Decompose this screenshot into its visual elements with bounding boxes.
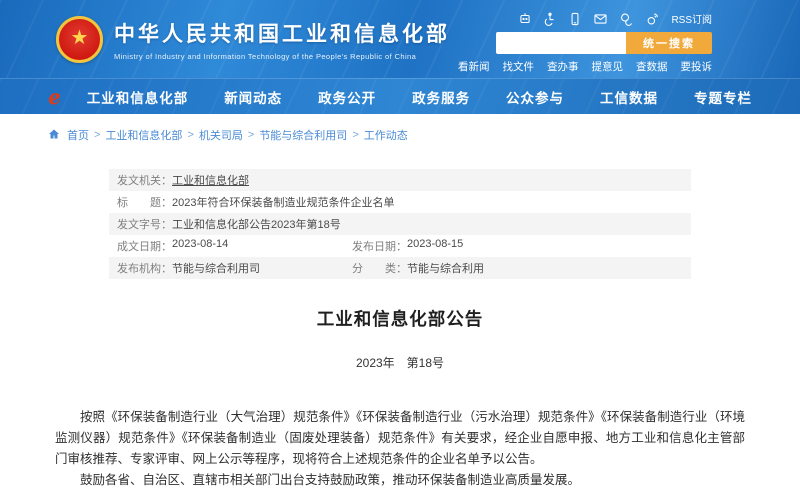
quick-link-services[interactable]: 查办事 (547, 59, 579, 74)
emblem-star: ★ (71, 28, 89, 48)
quick-link-docs[interactable]: 找文件 (503, 59, 535, 74)
meta-label: 发布日期： (352, 238, 407, 254)
meta-row-publisher: 发布机构： 节能与综合利用司 分 类： 节能与综合利用 (109, 257, 691, 279)
home-icon[interactable] (48, 128, 62, 143)
meta-label: 发文字号： (117, 216, 172, 232)
quick-link-suggest[interactable]: 提意见 (592, 59, 624, 74)
meta-label: 发布机构： (117, 260, 172, 276)
meta-label: 成文日期： (117, 238, 172, 254)
quick-link-complaint[interactable]: 要投诉 (681, 59, 713, 74)
nav-item-gov-disclosure[interactable]: 政务公开 (318, 87, 376, 107)
meta-value-doc-number: 工业和信息化部公告2023年第18号 (172, 216, 341, 232)
meta-value-category: 节能与综合利用 (407, 260, 484, 276)
header-icon-row: RSS订阅 (518, 11, 712, 27)
article-body: 按照《环保装备制造行业（大气治理）规范条件》《环保装备制造行业（污水治理）规范条… (55, 407, 745, 491)
miit-logo-icon: e (47, 86, 62, 108)
nav-item-special-topics[interactable]: 专题专栏 (694, 87, 752, 107)
meta-value-title: 2023年符合环保装备制造业规范条件企业名单 (172, 194, 394, 210)
meta-label: 分 类： (352, 260, 407, 276)
nav-item-miit[interactable]: 工业和信息化部 (87, 87, 189, 107)
document-meta-table: 发文机关： 工业和信息化部 标 题： 2023年符合环保装备制造业规范条件企业名… (109, 169, 691, 279)
main-nav: e 工业和信息化部 新闻动态 政务公开 政务服务 公众参与 工信数据 专题专栏 (0, 78, 800, 114)
article-doc-number: 2023年 第18号 (0, 354, 800, 371)
article-paragraph: 按照《环保装备制造行业（大气治理）规范条件》《环保装备制造行业（污水治理）规范条… (55, 407, 745, 470)
accessibility-icon[interactable] (543, 12, 557, 26)
breadcrumb-work-updates[interactable]: 工作动态 (364, 127, 408, 143)
nav-item-participation[interactable]: 公众参与 (506, 87, 564, 107)
mail-icon[interactable] (593, 12, 608, 26)
search-input[interactable] (496, 32, 626, 54)
breadcrumb-separator: > (248, 129, 254, 141)
meta-row-doc-number: 发文字号： 工业和信息化部公告2023年第18号 (109, 213, 691, 235)
meta-row-title: 标 题： 2023年符合环保装备制造业规范条件企业名单 (109, 191, 691, 213)
meta-row-issuing-authority: 发文机关： 工业和信息化部 (109, 169, 691, 191)
meta-label: 发文机关： (117, 172, 172, 188)
breadcrumb-separator: > (187, 129, 193, 141)
robot-qa-icon[interactable] (518, 12, 532, 26)
breadcrumb: 首页 > 工业和信息化部 > 机关司局 > 节能与综合利用司 > 工作动态 (0, 127, 800, 143)
page-content: 首页 > 工业和信息化部 > 机关司局 > 节能与综合利用司 > 工作动态 发文… (0, 114, 800, 491)
meta-label: 标 题： (117, 194, 172, 210)
meta-row-dates: 成文日期： 2023-08-14 发布日期： 2023-08-15 (109, 235, 691, 257)
nav-item-data[interactable]: 工信数据 (600, 87, 658, 107)
rss-link[interactable]: RSS订阅 (671, 11, 712, 26)
breadcrumb-separator: > (94, 129, 100, 141)
announcement-article: 工业和信息化部公告 2023年 第18号 按照《环保装备制造行业（大气治理）规范… (0, 306, 800, 491)
article-paragraph: 鼓励各省、自治区、直辖市相关部门出台支持鼓励政策，推动环保装备制造业高质量发展。 (55, 470, 745, 491)
mobile-icon[interactable] (568, 12, 582, 26)
breadcrumb-miit[interactable]: 工业和信息化部 (105, 127, 182, 143)
site-brand: ★ 中华人民共和国工业和信息化部 Ministry of Industry an… (56, 16, 450, 63)
breadcrumb-separator: > (352, 129, 358, 141)
quick-link-data[interactable]: 查数据 (636, 59, 668, 74)
wechat-icon[interactable] (619, 12, 634, 26)
quick-link-news[interactable]: 看新闻 (458, 59, 490, 74)
article-title: 工业和信息化部公告 (0, 306, 800, 331)
weibo-icon[interactable] (645, 12, 660, 26)
meta-value-written-date: 2023-08-14 (172, 238, 228, 254)
site-title: 中华人民共和国工业和信息化部 (114, 18, 450, 48)
nav-item-news[interactable]: 新闻动态 (224, 87, 282, 107)
national-emblem-icon: ★ (56, 16, 103, 63)
site-header: ★ 中华人民共和国工业和信息化部 Ministry of Industry an… (0, 0, 800, 78)
meta-value-issuing-authority[interactable]: 工业和信息化部 (172, 172, 249, 188)
breadcrumb-energy-dept[interactable]: 节能与综合利用司 (259, 127, 347, 143)
breadcrumb-home[interactable]: 首页 (67, 127, 89, 143)
site-subtitle: Ministry of Industry and Information Tec… (114, 52, 450, 61)
nav-item-gov-services[interactable]: 政务服务 (412, 87, 470, 107)
breadcrumb-departments[interactable]: 机关司局 (199, 127, 243, 143)
search-bar: 统一搜索 (496, 32, 712, 54)
meta-value-publisher: 节能与综合利用司 (172, 260, 260, 276)
quick-links: 看新闻 找文件 查办事 提意见 查数据 要投诉 (458, 59, 712, 74)
search-button[interactable]: 统一搜索 (626, 32, 712, 54)
meta-value-publish-date: 2023-08-15 (407, 238, 463, 254)
